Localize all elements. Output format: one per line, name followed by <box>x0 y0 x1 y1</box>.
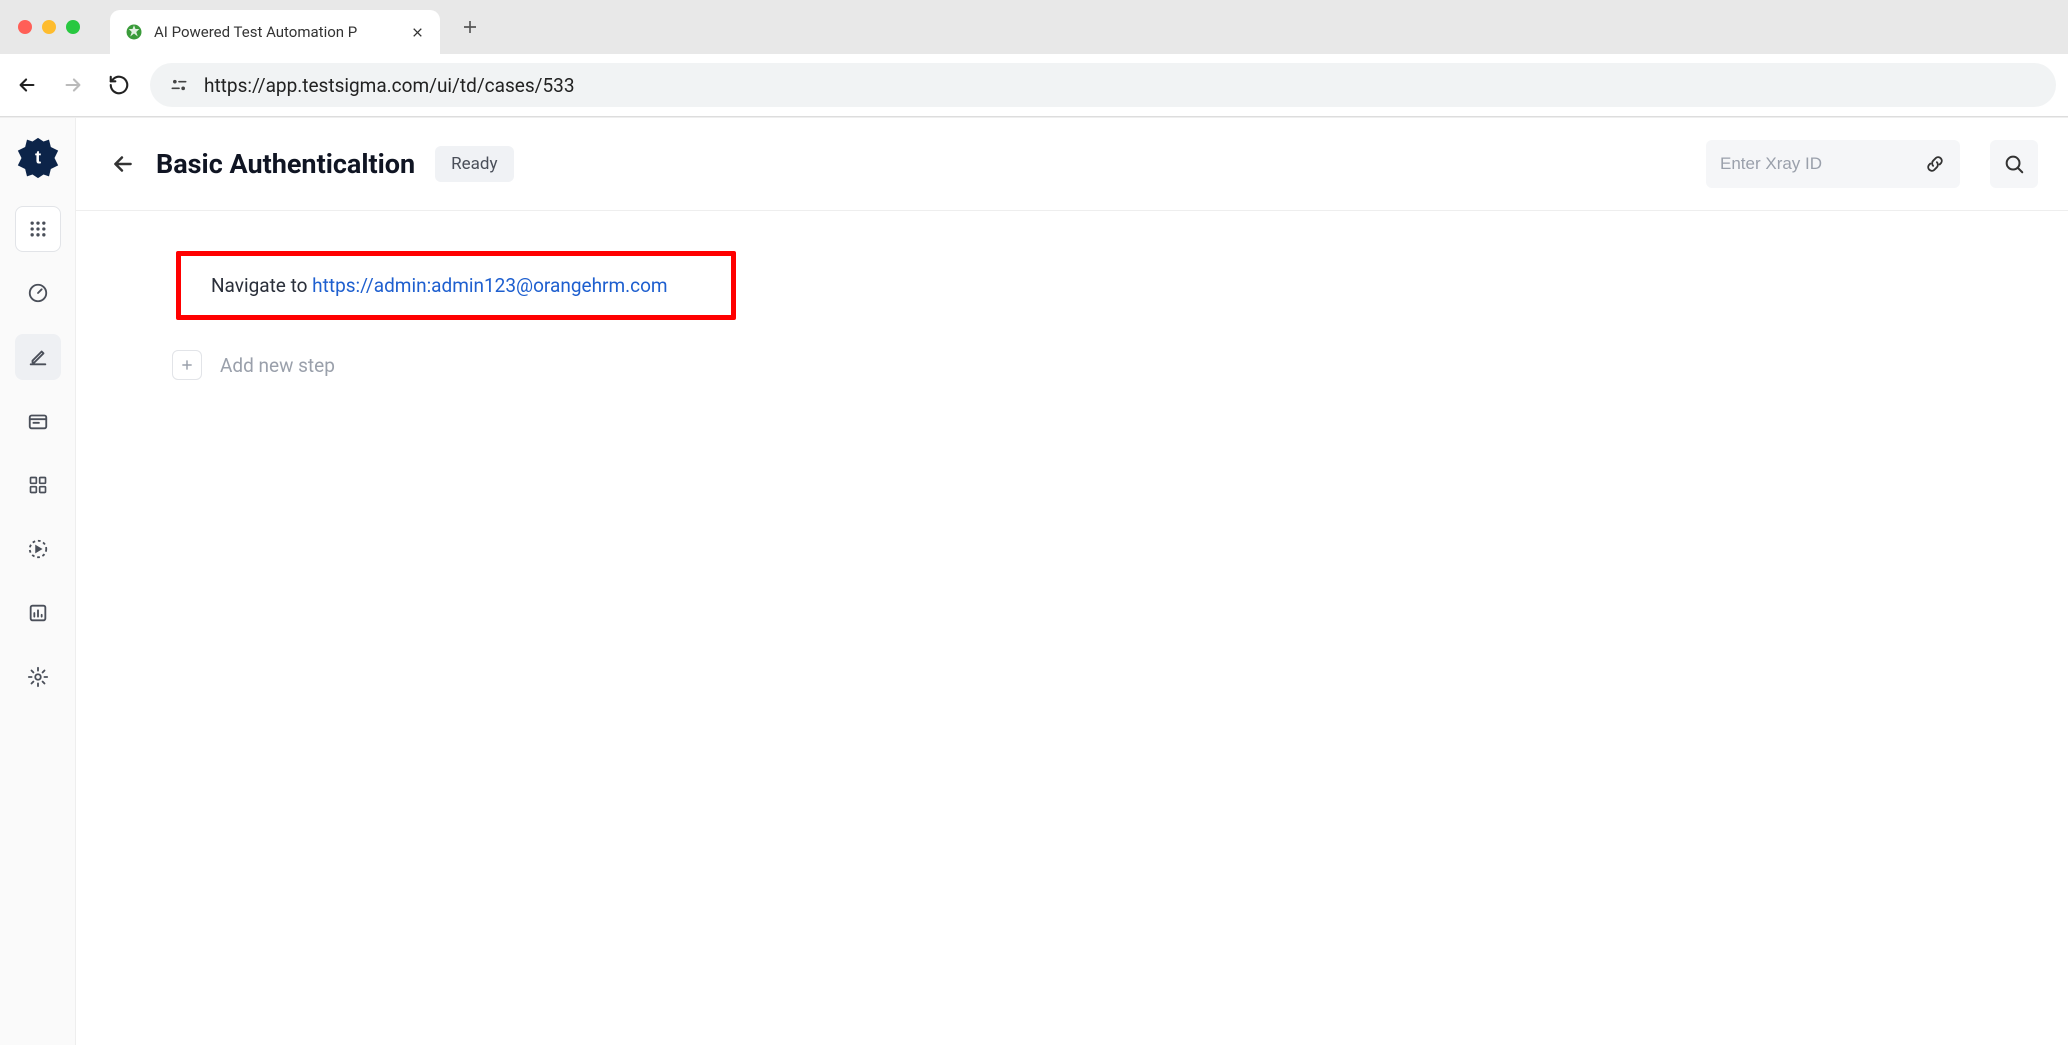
steps-content: Navigate to https://admin:admin123@orang… <box>76 211 2068 420</box>
add-step-label: Add new step <box>220 354 335 377</box>
page-header: Basic Authenticaltion Ready <box>76 118 2068 211</box>
tab-bar: AI Powered Test Automation P <box>0 0 2068 54</box>
status-badge: Ready <box>435 146 513 182</box>
add-step-plus-icon[interactable] <box>172 350 202 380</box>
run-icon[interactable] <box>15 526 61 572</box>
dashboard-icon[interactable] <box>15 270 61 316</box>
settings-icon[interactable] <box>15 654 61 700</box>
close-tab-icon[interactable] <box>408 23 426 41</box>
step-url-link: https://admin:admin123@orangehrm.com <box>312 274 667 297</box>
browser-forward-button[interactable] <box>58 70 88 100</box>
add-step-row[interactable]: Add new step <box>172 350 1968 380</box>
main-content: Basic Authenticaltion Ready Navigate to … <box>76 118 2068 1045</box>
window-controls <box>18 20 80 34</box>
edit-icon[interactable] <box>15 334 61 380</box>
page-title: Basic Authenticaltion <box>156 148 415 180</box>
app-logo-icon[interactable]: t <box>16 136 60 180</box>
page-back-button[interactable] <box>106 147 140 181</box>
url-bar[interactable]: https://app.testsigma.com/ui/td/cases/53… <box>150 63 2056 107</box>
tab-favicon-icon <box>124 22 144 42</box>
window-maximize-button[interactable] <box>66 20 80 34</box>
tab-title: AI Powered Test Automation P <box>154 23 398 41</box>
svg-text:t: t <box>34 147 40 168</box>
url-text: https://app.testsigma.com/ui/td/cases/53… <box>204 74 2038 97</box>
apps-icon[interactable] <box>15 206 61 252</box>
browser-chrome: AI Powered Test Automation P https://app… <box>0 0 2068 117</box>
reports-icon[interactable] <box>15 590 61 636</box>
window-minimize-button[interactable] <box>42 20 56 34</box>
folder-icon[interactable] <box>15 398 61 444</box>
browser-tab[interactable]: AI Powered Test Automation P <box>110 10 440 54</box>
browser-back-button[interactable] <box>12 70 42 100</box>
browser-reload-button[interactable] <box>104 70 134 100</box>
app-container: t Basic Authentica <box>0 117 2068 1045</box>
test-step-highlighted[interactable]: Navigate to https://admin:admin123@orang… <box>176 251 736 320</box>
search-button[interactable] <box>1990 140 2038 188</box>
site-settings-icon[interactable] <box>168 74 190 96</box>
grid-icon[interactable] <box>15 462 61 508</box>
new-tab-button[interactable] <box>454 11 486 43</box>
sidebar: t <box>0 118 76 1045</box>
browser-nav-bar: https://app.testsigma.com/ui/td/cases/53… <box>0 54 2068 116</box>
step-action-prefix: Navigate to <box>211 274 312 297</box>
xray-id-input[interactable] <box>1720 154 1910 174</box>
xray-input-container <box>1706 140 1960 188</box>
link-icon[interactable] <box>1924 153 1946 175</box>
step-text: Navigate to https://admin:admin123@orang… <box>211 274 668 297</box>
window-close-button[interactable] <box>18 20 32 34</box>
